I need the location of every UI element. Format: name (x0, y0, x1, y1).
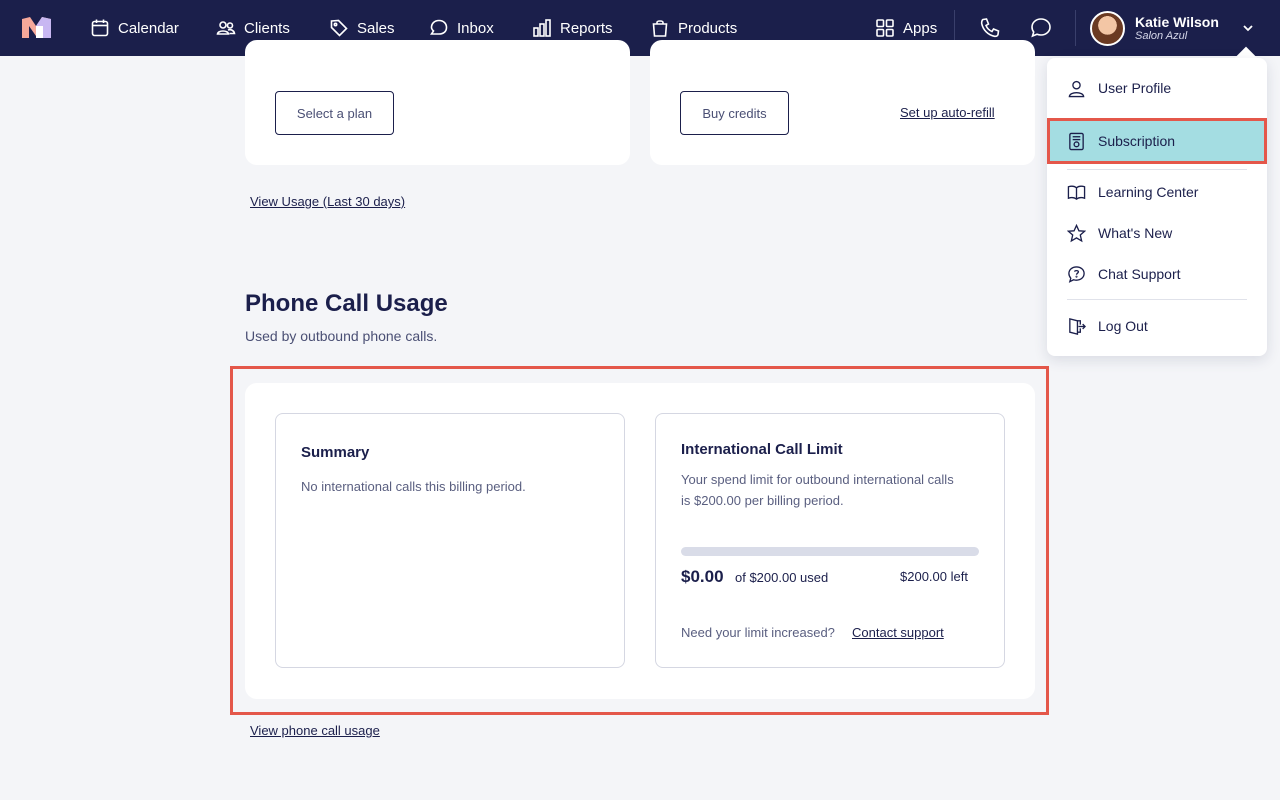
menu-item-whats-new[interactable]: What's New (1047, 213, 1267, 253)
menu-item-subscription[interactable]: Subscription (1047, 118, 1267, 164)
nav-sales-label: Sales (357, 19, 395, 37)
user-name: Katie Wilson (1135, 13, 1219, 30)
nav-clients-label: Clients (244, 19, 290, 37)
nav-apps-label: Apps (903, 19, 938, 37)
section-subtitle: Used by outbound phone calls. (245, 328, 438, 344)
nav-divider-2 (1075, 10, 1076, 46)
user-menu-trigger[interactable]: Katie Wilson Salon Azul (1090, 10, 1219, 46)
logo-icon[interactable] (22, 17, 51, 38)
phone-icon (980, 18, 1000, 38)
menu-item-label: Chat Support (1098, 266, 1181, 282)
menu-divider (1067, 169, 1247, 170)
section-title: Phone Call Usage (245, 290, 448, 317)
messages-button[interactable] (1029, 16, 1053, 40)
used-amount: $0.00 (681, 567, 724, 586)
logout-icon (1069, 317, 1086, 335)
summary-title: Summary (301, 444, 370, 461)
nav-reports-label: Reports (560, 19, 613, 37)
auto-refill-link[interactable]: Set up auto-refill (900, 105, 995, 120)
chat-bubble-icon (430, 19, 448, 35)
nav-calendar-label: Calendar (118, 19, 179, 37)
tag-icon (330, 19, 348, 37)
nav-calendar[interactable]: Calendar (90, 0, 179, 56)
calendar-icon (91, 19, 109, 37)
need-increase-text: Need your limit increased? (681, 625, 835, 640)
clients-icon (216, 21, 236, 35)
avatar (1090, 10, 1125, 46)
intl-limit-description-1: Your spend limit for outbound internatio… (681, 472, 954, 487)
menu-item-label: Learning Center (1098, 184, 1199, 200)
intl-limit-title: International Call Limit (681, 441, 843, 458)
menu-item-label: What's New (1098, 225, 1173, 241)
menu-item-label: Log Out (1098, 318, 1148, 334)
salon-name: Salon Azul (1135, 29, 1188, 42)
summary-text: No international calls this billing peri… (301, 479, 526, 494)
book-icon (1067, 185, 1086, 200)
amount-left: $200.00 left (900, 569, 968, 584)
bar-chart-icon (533, 19, 551, 37)
phone-button[interactable] (978, 16, 1002, 40)
menu-divider (1067, 299, 1247, 300)
used-of-total: of $200.00 used (735, 570, 829, 585)
menu-item-label: User Profile (1098, 80, 1172, 96)
star-icon (1067, 223, 1086, 242)
shopping-bag-icon (652, 20, 668, 37)
menu-item-learning-center[interactable]: Learning Center (1047, 172, 1267, 212)
menu-item-chat-support[interactable]: Chat Support (1047, 254, 1267, 294)
contact-support-link[interactable]: Contact support (852, 625, 944, 640)
menu-item-log-out[interactable]: Log Out (1047, 306, 1267, 346)
intl-limit-description-2: is $200.00 per billing period. (681, 493, 844, 508)
menu-item-label: Subscription (1098, 133, 1176, 149)
apps-grid-icon (876, 19, 894, 37)
user-icon (1068, 80, 1085, 97)
limit-progress-bar (681, 547, 979, 556)
menu-item-user-profile[interactable]: User Profile (1047, 68, 1267, 108)
buy-credits-button[interactable]: Buy credits (680, 91, 789, 135)
message-bubble-icon (1031, 18, 1051, 38)
nav-inbox-label: Inbox (457, 19, 494, 37)
view-phone-usage-link[interactable]: View phone call usage (250, 723, 380, 738)
select-plan-button[interactable]: Select a plan (275, 91, 394, 135)
chevron-down-icon[interactable] (1240, 20, 1256, 36)
view-usage-link[interactable]: View Usage (Last 30 days) (250, 194, 405, 209)
top-nav: Calendar Clients Sales Inbox Reports Pro… (0, 0, 1280, 56)
subscription-icon (1069, 132, 1084, 150)
help-chat-icon (1068, 265, 1085, 283)
nav-products-label: Products (678, 19, 738, 37)
